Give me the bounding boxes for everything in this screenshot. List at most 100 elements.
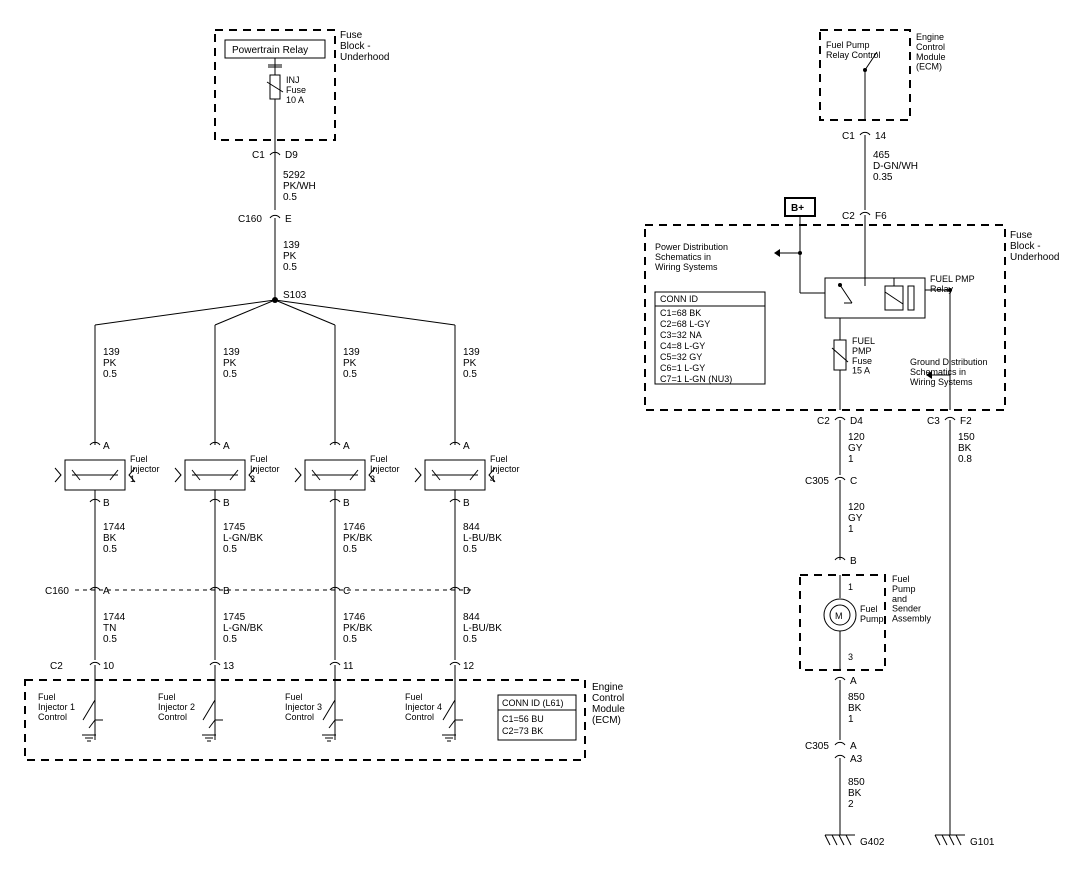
svg-text:139PK0.5: 139PK0.5 — [223, 347, 240, 380]
svg-text:C3: C3 — [927, 416, 940, 427]
c160-row-label: C160 — [45, 586, 69, 597]
connid-l61-l2: C2=73 BK — [502, 726, 543, 736]
wire-139: 139PK0.5 — [283, 240, 300, 273]
ground-g101-icon — [935, 835, 965, 845]
svg-text:1745L-GN/BK0.5: 1745L-GN/BK0.5 — [223, 522, 263, 555]
svg-text:C: C — [343, 586, 350, 597]
svg-text:B: B — [103, 498, 110, 509]
svg-text:1746PK/BK0.5: 1746PK/BK0.5 — [343, 522, 373, 555]
svg-text:850BK1: 850BK1 — [848, 692, 865, 725]
conn-c160-top: C160 — [238, 214, 262, 225]
ground-g402-icon — [825, 835, 855, 845]
ecm-inj2-label: FuelInjector 2Control — [158, 692, 195, 722]
injector-4-label: FuelInjector4 — [490, 454, 520, 484]
conn-e: E — [285, 214, 292, 225]
svg-text:139PK0.5: 139PK0.5 — [103, 347, 120, 380]
svg-text:1745L-GN/BK0.5: 1745L-GN/BK0.5 — [223, 612, 263, 645]
conn-d9: D9 — [285, 150, 298, 161]
fuel-pump-label: FuelPump — [860, 604, 884, 624]
g402-label: G402 — [860, 837, 885, 848]
svg-text:B: B — [463, 498, 470, 509]
right-ecm-top-label: EngineControlModule(ECM) — [916, 32, 946, 72]
injector-1-label: FuelInjector1 — [130, 454, 160, 484]
right-fuseblock-label: FuseBlock -Underhood — [1010, 230, 1059, 263]
splice-s103: S103 — [283, 290, 307, 301]
power-dist-label: Power DistributionSchematics inWiring Sy… — [655, 242, 728, 272]
svg-text:A: A — [850, 676, 857, 687]
svg-text:C305: C305 — [805, 476, 829, 487]
svg-text:13: 13 — [223, 661, 235, 672]
svg-text:F6: F6 — [875, 211, 887, 222]
svg-text:D4: D4 — [850, 416, 863, 427]
svg-text:CONN ID: CONN ID — [660, 294, 699, 304]
c2-row-label: C2 — [50, 661, 63, 672]
svg-text:C2: C2 — [842, 211, 855, 222]
svg-text:C1: C1 — [842, 131, 855, 142]
fuel-pmp-fuse-label: FUELPMPFuse15 A — [852, 336, 875, 376]
svg-text:C3=32 NA: C3=32 NA — [660, 330, 702, 340]
svg-text:A: A — [103, 441, 110, 452]
fuel-pump-relay-ctrl: Fuel PumpRelay Control — [826, 40, 881, 60]
svg-text:A: A — [343, 441, 350, 452]
svg-text:C5=32 GY: C5=32 GY — [660, 352, 702, 362]
inj-fuse-label: INJFuse10 A — [286, 75, 306, 105]
svg-text:139PK0.5: 139PK0.5 — [343, 347, 360, 380]
ecm-inj3-label: FuelInjector 3Control — [285, 692, 322, 722]
svg-text:B+: B+ — [791, 203, 804, 214]
svg-text:A: A — [103, 586, 110, 597]
svg-text:1746PK/BK0.5: 1746PK/BK0.5 — [343, 612, 373, 645]
svg-text:850BK2: 850BK2 — [848, 777, 865, 810]
left-fuseblock-label: FuseBlock -Underhood — [340, 30, 389, 63]
svg-text:C6=1 L-GY: C6=1 L-GY — [660, 363, 705, 373]
wiring-diagram: FuseBlock -Underhood Powertrain Relay IN… — [0, 0, 1088, 874]
wire-5292: 5292PK/WH0.5 — [283, 170, 316, 203]
svg-text:1744BK0.5: 1744BK0.5 — [103, 522, 126, 555]
gnd-dist-label: Ground DistributionSchematics inWiring S… — [910, 357, 988, 387]
svg-text:1744TN0.5: 1744TN0.5 — [103, 612, 126, 645]
svg-text:844L-BU/BK0.5: 844L-BU/BK0.5 — [463, 612, 502, 645]
g101-label: G101 — [970, 837, 995, 848]
connid-l61-title: CONN ID (L61) — [502, 698, 564, 708]
svg-text:C305: C305 — [805, 741, 829, 752]
svg-text:11: 11 — [343, 661, 354, 672]
svg-text:14: 14 — [875, 131, 887, 142]
svg-text:139PK0.5: 139PK0.5 — [463, 347, 480, 380]
ecm-inj4-label: FuelInjector 4Control — [405, 692, 442, 722]
svg-text:A: A — [850, 741, 857, 752]
svg-text:B: B — [343, 498, 350, 509]
svg-text:B: B — [223, 586, 230, 597]
svg-text:A3: A3 — [850, 754, 863, 765]
injector-columns: 139PK0.5 A FuelInjector1 B 1744BK0.5 A 1… — [38, 325, 520, 741]
svg-text:120GY1: 120GY1 — [848, 502, 865, 535]
svg-text:C2=68 L-GY: C2=68 L-GY — [660, 319, 710, 329]
svg-text:150BK0.8: 150BK0.8 — [958, 432, 975, 465]
injector-2-label: FuelInjector2 — [250, 454, 280, 484]
svg-text:C7=1 L-GN (NU3): C7=1 L-GN (NU3) — [660, 374, 732, 384]
powertrain-relay-label: Powertrain Relay — [232, 45, 308, 56]
conn-c1: C1 — [252, 150, 265, 161]
svg-text:M: M — [835, 611, 843, 621]
connid-l61-l1: C1=56 BU — [502, 714, 544, 724]
svg-text:3: 3 — [848, 652, 853, 662]
injector-3-label: FuelInjector3 — [370, 454, 400, 484]
svg-text:C2: C2 — [817, 416, 830, 427]
svg-text:1: 1 — [848, 582, 853, 592]
svg-text:465D-GN/WH0.35: 465D-GN/WH0.35 — [873, 150, 918, 183]
ecm-inj1-label: FuelInjector 1Control — [38, 692, 75, 722]
fuel-pump-asm-label: FuelPumpandSenderAssembly — [892, 574, 932, 624]
svg-text:B: B — [850, 556, 857, 567]
left-ecm-label: EngineControlModule(ECM) — [592, 682, 625, 726]
fuel-pmp-relay-label: FUEL PMPRelay — [930, 274, 975, 294]
svg-text:C1=68 BK: C1=68 BK — [660, 308, 701, 318]
svg-text:B: B — [223, 498, 230, 509]
svg-text:12: 12 — [463, 661, 475, 672]
svg-text:120GY1: 120GY1 — [848, 432, 865, 465]
svg-text:C4=8 L-GY: C4=8 L-GY — [660, 341, 705, 351]
svg-text:D: D — [463, 586, 470, 597]
svg-text:C: C — [850, 476, 857, 487]
svg-text:10: 10 — [103, 661, 115, 672]
svg-text:F2: F2 — [960, 416, 972, 427]
svg-text:A: A — [223, 441, 230, 452]
svg-text:844L-BU/BK0.5: 844L-BU/BK0.5 — [463, 522, 502, 555]
svg-text:A: A — [463, 441, 470, 452]
